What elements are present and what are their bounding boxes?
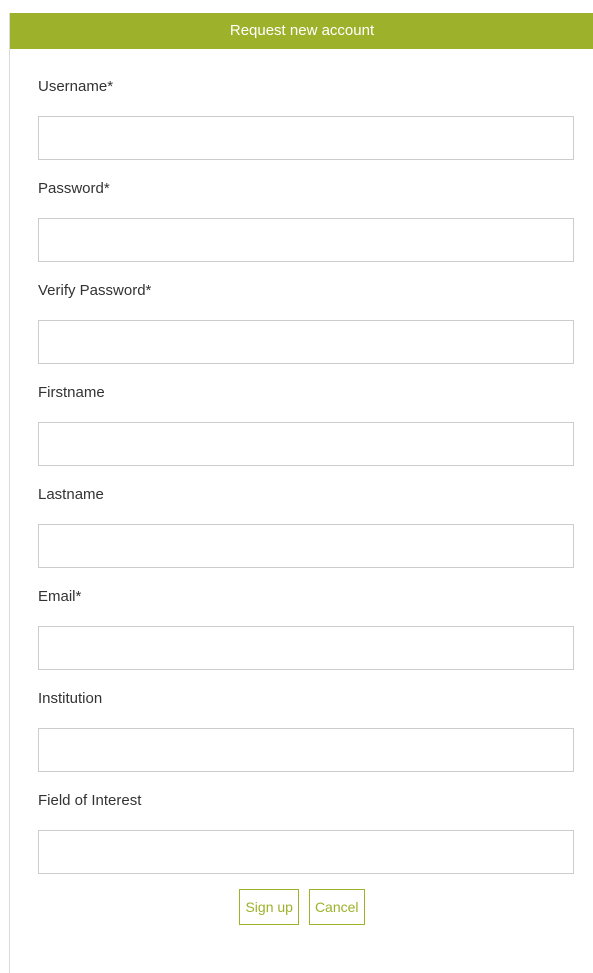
username-input[interactable]	[38, 116, 574, 160]
email-input[interactable]	[38, 626, 574, 670]
firstname-field-group: Firstname	[38, 383, 576, 466]
field-of-interest-field-group: Field of Interest	[38, 791, 576, 874]
verify-password-label: Verify Password*	[38, 282, 152, 299]
page-title: Request new account	[10, 13, 593, 49]
lastname-label: Lastname	[38, 486, 104, 503]
password-label: Password*	[38, 180, 110, 197]
password-input[interactable]	[38, 218, 574, 262]
form-actions: Sign up Cancel	[10, 889, 593, 925]
firstname-label: Firstname	[38, 384, 105, 401]
institution-field-group: Institution	[38, 689, 576, 772]
signup-button[interactable]: Sign up	[239, 889, 299, 925]
field-of-interest-label: Field of Interest	[38, 792, 142, 809]
email-field-group: Email*	[38, 587, 576, 670]
institution-label: Institution	[38, 690, 103, 707]
lastname-field-group: Lastname	[38, 485, 576, 568]
verify-password-field-group: Verify Password*	[38, 281, 576, 364]
institution-input[interactable]	[38, 728, 574, 772]
verify-password-input[interactable]	[38, 320, 574, 364]
username-field-group: Username*	[38, 77, 576, 160]
firstname-input[interactable]	[38, 422, 574, 466]
account-request-panel: Request new account Username* Password* …	[9, 13, 593, 973]
field-of-interest-input[interactable]	[38, 830, 574, 874]
username-label: Username*	[38, 78, 114, 95]
cancel-button[interactable]: Cancel	[308, 889, 365, 925]
lastname-input[interactable]	[38, 524, 574, 568]
email-label: Email*	[38, 588, 82, 605]
password-field-group: Password*	[38, 179, 576, 262]
